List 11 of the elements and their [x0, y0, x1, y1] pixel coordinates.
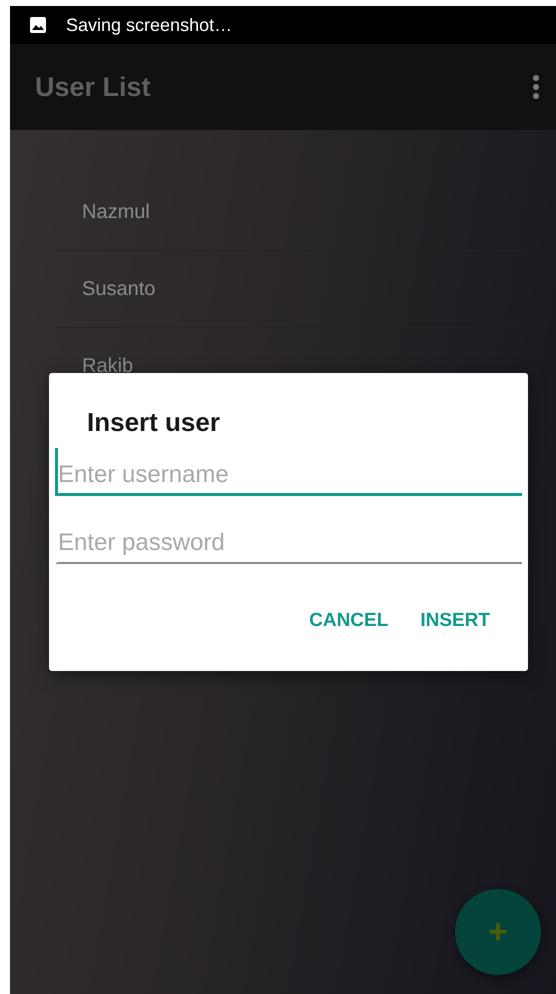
status-text: Saving screenshot…	[66, 14, 232, 36]
more-options-icon[interactable]	[532, 74, 540, 100]
dialog-button[interactable]: INSERT	[408, 602, 502, 640]
user-name[interactable]: Nazmul	[82, 200, 150, 224]
input-field[interactable]: Enter password	[55, 516, 522, 564]
image-icon	[30, 17, 46, 33]
dialog-title: Insert user	[86, 406, 221, 438]
dialog-button[interactable]: CANCEL	[297, 602, 400, 640]
user-name[interactable]: Susanto	[82, 278, 156, 300]
app-title: User List	[35, 72, 151, 102]
input-field[interactable]: Enter username	[55, 448, 522, 496]
